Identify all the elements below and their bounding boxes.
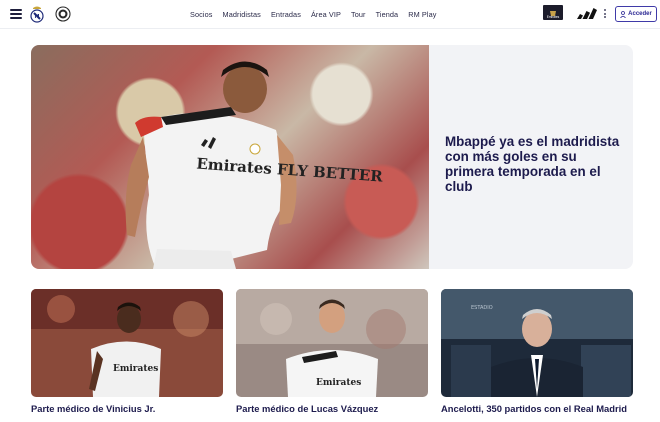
emirates-logo[interactable]: Emirates [543, 5, 563, 20]
more-vertical-icon[interactable] [604, 9, 607, 20]
sponsor-label: Emirates [546, 15, 560, 19]
menu-icon[interactable] [10, 9, 22, 19]
svg-text:M: M [35, 14, 40, 20]
nav-tienda[interactable]: Tienda [376, 10, 399, 19]
news-card[interactable]: ESTADIO Ancelotti, 350 partidos con el R… [441, 289, 633, 414]
hero-title[interactable]: Mbappé ya es el madridista con más goles… [445, 134, 625, 194]
nav-area-vip[interactable]: Área VIP [311, 10, 341, 19]
card-image: Emirates [31, 289, 223, 397]
card-title[interactable]: Parte médico de Lucas Vázquez [236, 403, 428, 414]
nav-tour[interactable]: Tour [351, 10, 366, 19]
hero-article[interactable]: 9 Emirates FLY BETTER Mbappé ya es el ma… [31, 45, 633, 269]
nav-rm-play[interactable]: RM Play [408, 10, 436, 19]
nav-socios[interactable]: Socios [190, 10, 213, 19]
card-title[interactable]: Ancelotti, 350 partidos con el Real Madr… [441, 403, 633, 414]
news-card[interactable]: Emirates Parte médico de Vinicius Jr. [31, 289, 223, 414]
hero-image: 9 Emirates FLY BETTER [31, 45, 429, 269]
club-crest-icon[interactable] [55, 5, 71, 23]
login-label: Acceder [628, 11, 652, 17]
main-nav: Socios Madridistas Entradas Área VIP Tou… [190, 0, 437, 29]
nav-madridistas[interactable]: Madridistas [223, 10, 261, 19]
card-title[interactable]: Parte médico de Vinicius Jr. [31, 403, 223, 414]
adidas-logo[interactable] [576, 7, 597, 19]
login-button[interactable]: Acceder [615, 6, 657, 22]
user-icon [620, 10, 626, 18]
svg-text:ESTADIO: ESTADIO [471, 305, 493, 311]
svg-text:Emirates: Emirates [316, 378, 361, 388]
news-card[interactable]: Emirates Parte médico de Lucas Vázquez [236, 289, 428, 414]
nav-entradas[interactable]: Entradas [271, 10, 301, 19]
site-header: M Socios Madridistas Entradas Área VIP T… [0, 0, 660, 29]
card-image: Emirates [236, 289, 428, 397]
real-madrid-crest-icon[interactable]: M [29, 5, 45, 23]
card-image: ESTADIO [441, 289, 633, 397]
svg-text:Emirates: Emirates [113, 364, 158, 374]
